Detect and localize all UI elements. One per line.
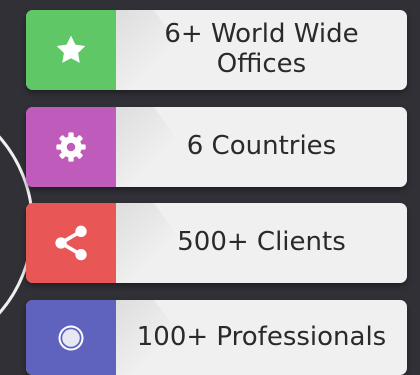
stats-panel: 6+ World Wide Offices 6 Countries 500+ C… — [0, 0, 420, 375]
stat-card-offices: 6+ World Wide Offices — [26, 10, 407, 90]
stat-label: 6 Countries — [186, 131, 337, 162]
stat-label: 500+ Clients — [177, 227, 346, 258]
stat-label: 6+ World Wide Offices — [164, 19, 359, 79]
gear-icon — [55, 131, 87, 163]
stat-card-countries: 6 Countries — [26, 107, 407, 187]
stat-icon-box — [26, 10, 116, 90]
stat-card-clients: 500+ Clients — [26, 203, 407, 283]
stat-icon-box — [26, 203, 116, 283]
star-icon — [54, 33, 88, 67]
ring-icon — [56, 323, 86, 353]
stat-label: 100+ Professionals — [136, 321, 387, 352]
stat-card-professionals: 100+ Professionals — [26, 300, 407, 375]
stat-icon-box — [26, 300, 116, 375]
share-icon — [51, 223, 91, 263]
stat-icon-box — [26, 107, 116, 187]
